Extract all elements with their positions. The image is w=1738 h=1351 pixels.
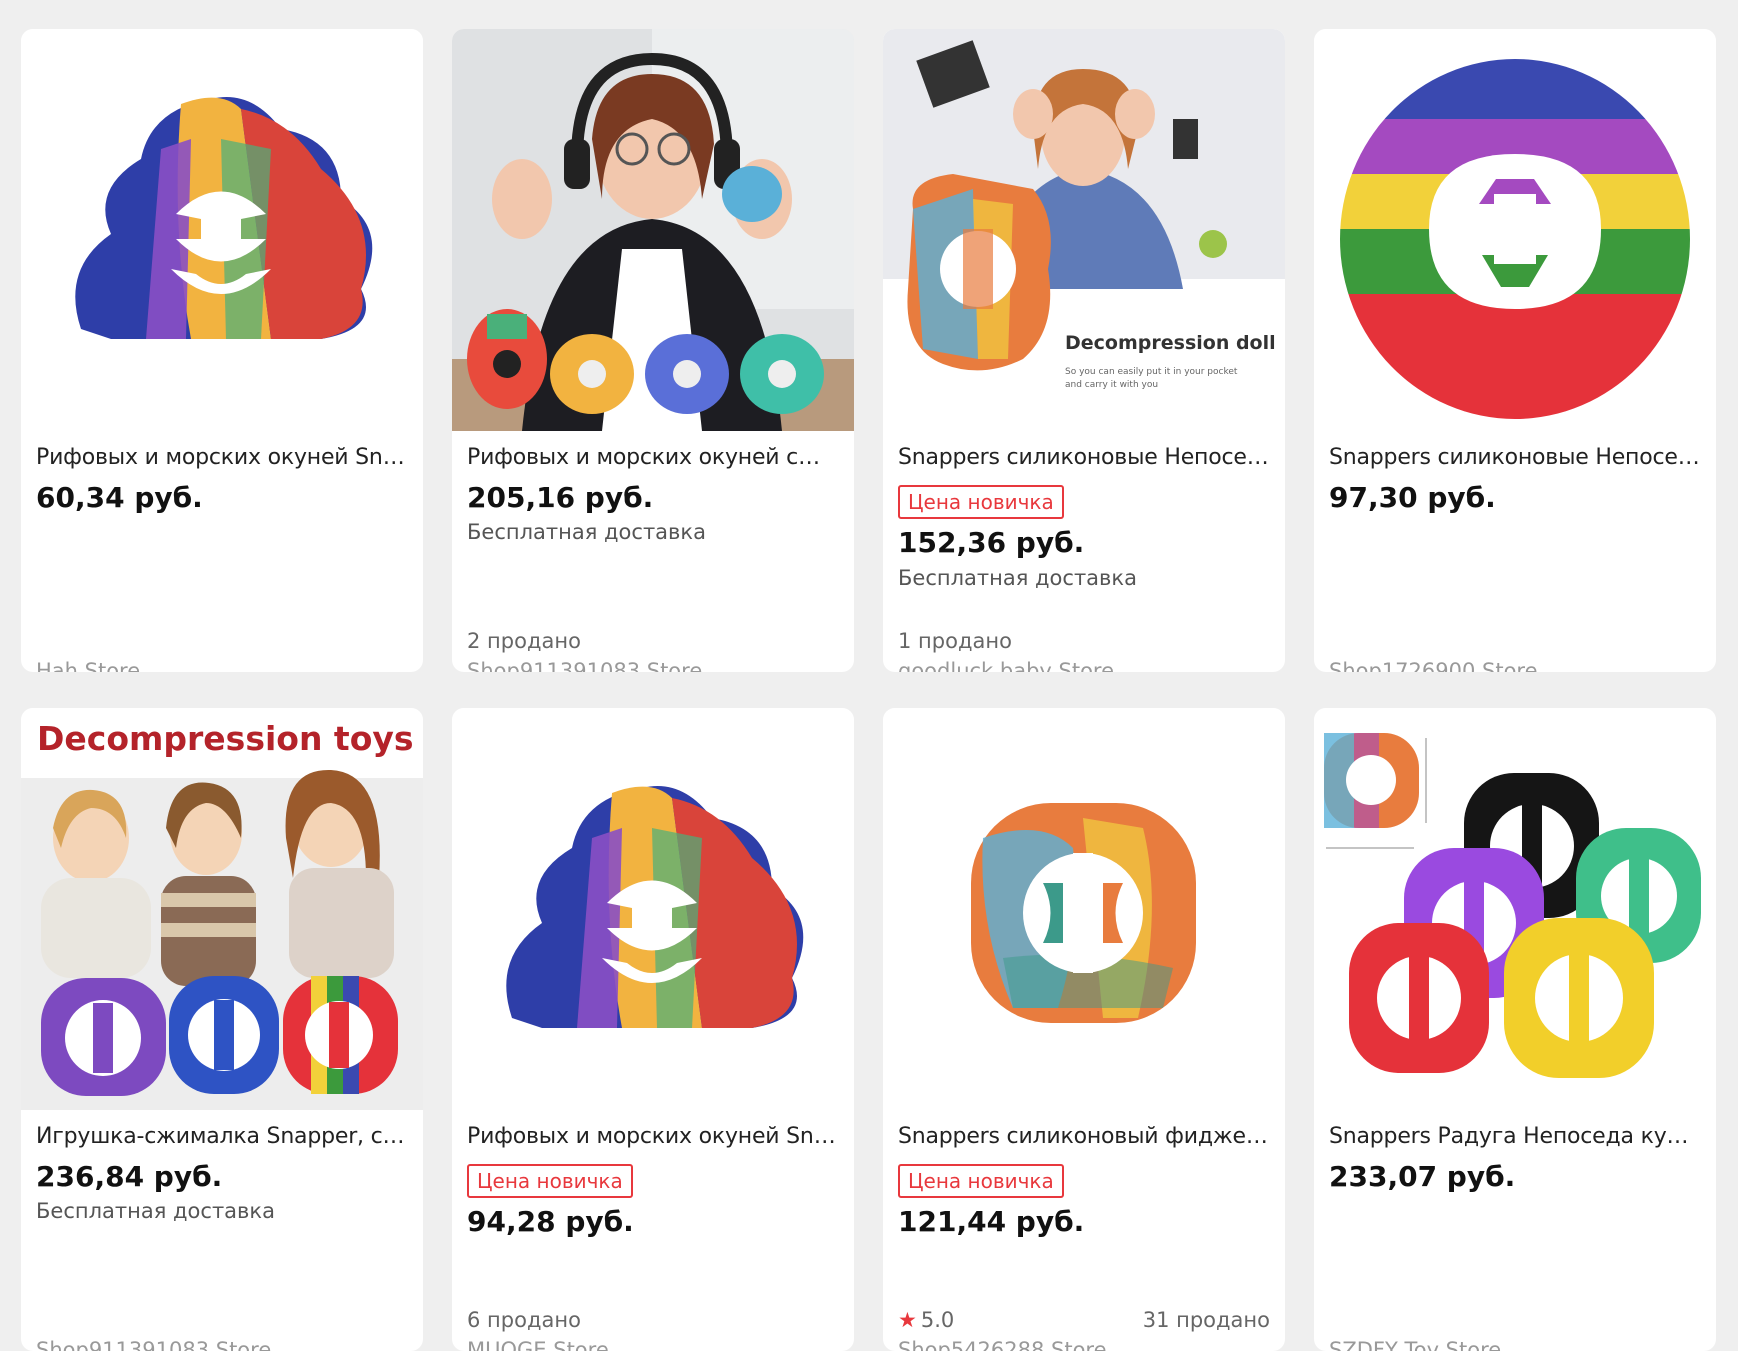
newcomer-price-badge: Цена новичка	[898, 485, 1064, 519]
newcomer-price-badge: Цена новичка	[467, 1164, 633, 1198]
newcomer-price-badge: Цена новичка	[898, 1164, 1064, 1198]
sold-count: 31 продано	[1142, 1308, 1270, 1332]
product-card[interactable]: Decompression doll So you can easily put…	[883, 29, 1285, 672]
product-price: 233,07 руб.	[1329, 1160, 1516, 1193]
product-title[interactable]: Рифовых и морских окуней сжи...	[467, 445, 839, 470]
product-image[interactable]	[1314, 29, 1716, 431]
store-link[interactable]: Hah Store	[36, 659, 140, 672]
sold-count: 2 продано	[467, 629, 581, 653]
sold-count: 6 продано	[467, 1308, 581, 1332]
store-link[interactable]: Shop5426288 Store	[898, 1338, 1107, 1351]
product-price: 97,30 руб.	[1329, 481, 1496, 514]
product-title[interactable]: Игрушка-сжималка Snapper, сил...	[36, 1124, 408, 1149]
product-price: 205,16 руб.	[467, 481, 654, 514]
product-price: 121,44 руб.	[898, 1205, 1085, 1238]
product-image[interactable]	[452, 708, 854, 1110]
product-image[interactable]	[21, 29, 423, 431]
store-link[interactable]: goodluck baby Store	[898, 659, 1114, 672]
product-price: 94,28 руб.	[467, 1205, 634, 1238]
product-price: 60,34 руб.	[36, 481, 203, 514]
product-card[interactable]: Рифовых и морских окуней Snap... 60,34 р…	[21, 29, 423, 672]
product-image[interactable]: Decompression toys	[21, 708, 423, 1110]
product-image[interactable]	[1314, 708, 1716, 1110]
product-card[interactable]: Snappers силиконовый фиджет-З... Цена но…	[883, 708, 1285, 1351]
store-link[interactable]: SZDFY Toy Store	[1329, 1338, 1501, 1351]
rating: ★ 5.0	[898, 1308, 954, 1332]
rating-value: 5.0	[920, 1308, 955, 1332]
image-subcaption: So you can easily put it in your pocket	[1065, 367, 1238, 377]
product-price: 152,36 руб.	[898, 526, 1085, 559]
shipping-info: Бесплатная доставка	[898, 566, 1137, 590]
shipping-info: Бесплатная доставка	[467, 520, 706, 544]
product-card[interactable]: Рифовых и морских окуней Snap... Цена но…	[452, 708, 854, 1351]
product-image[interactable]: Decompression doll So you can easily put…	[883, 29, 1285, 431]
image-caption: Decompression doll	[1065, 332, 1276, 354]
product-card[interactable]: Рифовых и морских окуней сжи... 205,16 р…	[452, 29, 854, 672]
product-card[interactable]: Snappers силиконовые Непоседа... 97,30 р…	[1314, 29, 1716, 672]
image-caption: Decompression toys	[37, 719, 414, 758]
product-title[interactable]: Рифовых и морских окуней Snap...	[36, 445, 408, 470]
sold-count: 1 продано	[898, 629, 1012, 653]
shipping-info: Бесплатная доставка	[36, 1199, 275, 1223]
product-title[interactable]: Snappers силиконовые Непоседа...	[898, 445, 1270, 470]
store-link[interactable]: Shop911391083 Store	[36, 1338, 271, 1351]
product-title[interactable]: Рифовых и морских окуней Snap...	[467, 1124, 839, 1149]
store-link[interactable]: Shop1726900 Store	[1329, 659, 1538, 672]
product-image[interactable]	[883, 708, 1285, 1110]
product-title[interactable]: Snappers Радуга Непоседа куб иг...	[1329, 1124, 1701, 1149]
store-link[interactable]: Shop911391083 Store	[467, 659, 702, 672]
product-title[interactable]: Snappers силиконовые Непоседа...	[1329, 445, 1701, 470]
star-icon: ★	[898, 1308, 917, 1332]
store-link[interactable]: MUQGE Store	[467, 1338, 609, 1351]
product-card[interactable]: Snappers Радуга Непоседа куб иг... 233,0…	[1314, 708, 1716, 1351]
image-subcaption: and carry it with you	[1065, 380, 1158, 390]
product-image[interactable]	[452, 29, 854, 431]
product-card[interactable]: Decompression toys Игрушка-сжималка Snap…	[21, 708, 423, 1351]
product-title[interactable]: Snappers силиконовый фиджет-З...	[898, 1124, 1270, 1149]
product-price: 236,84 руб.	[36, 1160, 223, 1193]
